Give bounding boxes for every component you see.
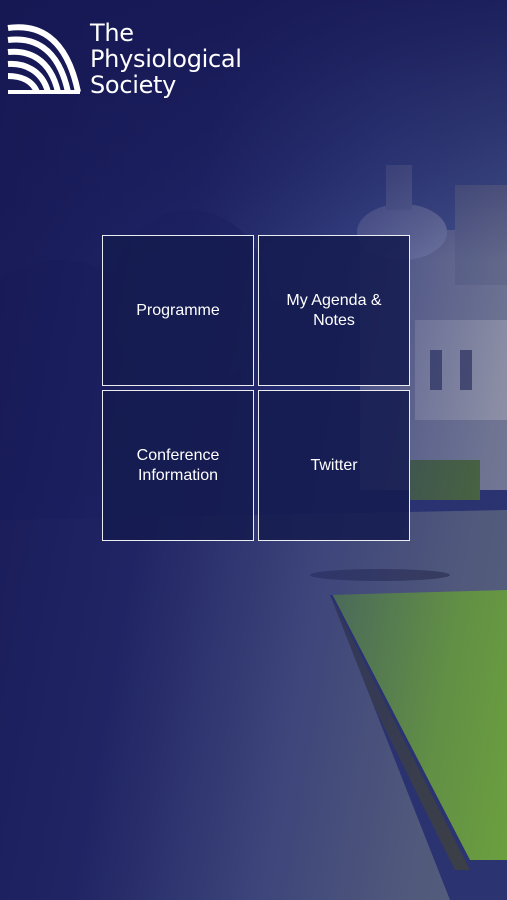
society-name-line: The (90, 19, 134, 47)
main-menu-grid: Programme My Agenda & Notes Conference I… (102, 235, 410, 542)
tile-label: Conference Information (136, 446, 220, 484)
conference-information-tile[interactable]: Conference Information (102, 390, 254, 541)
society-name-line: Society (90, 71, 177, 99)
tile-label: Twitter (310, 456, 358, 474)
stripes-logo-icon (7, 24, 81, 94)
tile-label: Programme (136, 301, 220, 319)
programme-tile[interactable]: Programme (102, 235, 254, 386)
my-agenda-notes-tile[interactable]: My Agenda & Notes (258, 235, 410, 386)
society-name-line: Physiological (90, 45, 242, 73)
twitter-tile[interactable]: Twitter (258, 390, 410, 541)
society-logo: The Physiological Society (6, 20, 242, 98)
society-name: The Physiological Society (90, 20, 242, 98)
tile-label: My Agenda & Notes (286, 291, 382, 329)
